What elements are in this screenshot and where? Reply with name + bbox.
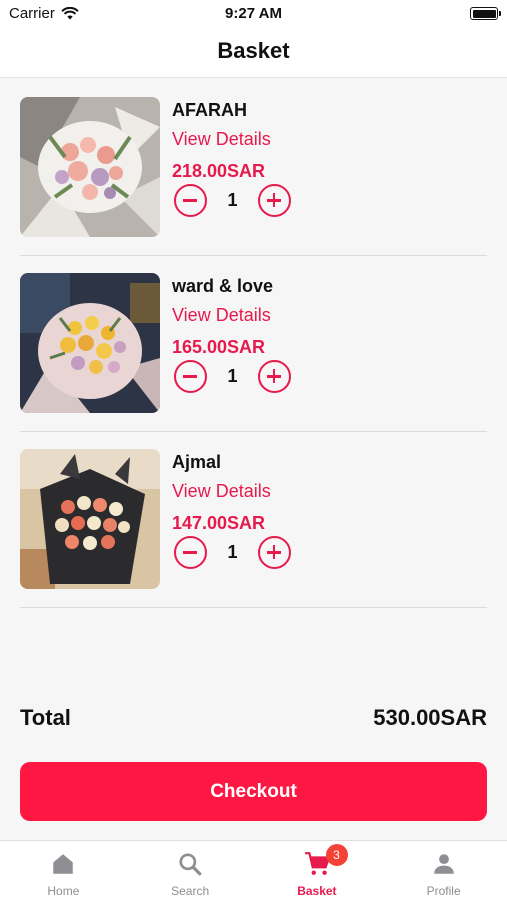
status-bar: Carrier 9:27 AM [0,0,507,28]
decrease-quantity-button[interactable] [174,536,207,569]
quantity-value: 1 [227,542,238,562]
minus-icon [183,551,197,554]
person-icon [431,851,457,877]
page-title: Basket [217,38,290,63]
item-price: 218.00SAR [172,161,266,181]
home-icon [50,851,76,877]
decrease-quantity-button[interactable] [174,360,207,393]
tab-label: Search [171,884,210,898]
basket-item: ward & love View Details 165.00SAR 1 [20,256,487,432]
increase-quantity-button[interactable] [258,536,291,569]
basket-item: AFARAH View Details 218.00SAR 1 [20,80,487,256]
quantity-stepper: 1 [174,536,292,570]
view-details-link[interactable]: View Details [172,129,271,150]
total-row: Total 530.00SAR [20,705,487,735]
bouquet-image[interactable] [20,273,160,413]
item-name: AFARAH [172,100,247,120]
search-icon [177,851,203,877]
battery-icon [470,7,501,20]
tab-home[interactable]: Home [0,841,127,900]
increase-quantity-button[interactable] [258,360,291,393]
item-price: 147.00SAR [172,513,266,533]
item-price: 165.00SAR [172,337,266,357]
status-time: 9:27 AM [225,5,282,22]
bouquet-image[interactable] [20,97,160,237]
tab-label: Basket [297,884,337,898]
quantity-value: 1 [227,190,238,210]
bouquet-image[interactable] [20,449,160,589]
minus-icon [183,375,197,378]
minus-icon [183,199,197,202]
total-label: Total [20,705,71,730]
tab-basket[interactable]: 3 Basket [254,841,381,900]
item-name: Ajmal [172,452,222,472]
quantity-value: 1 [227,366,238,386]
tab-profile[interactable]: Profile [380,841,507,900]
cart-count-badge: 3 [325,844,348,866]
quantity-stepper: 1 [174,184,292,218]
basket-item: Ajmal View Details 147.00SAR 1 [20,432,487,608]
decrease-quantity-button[interactable] [174,184,207,217]
item-name: ward & love [172,276,274,296]
view-details-link[interactable]: View Details [172,481,271,502]
checkout-button[interactable]: Checkout [20,762,487,821]
increase-quantity-button[interactable] [258,184,291,217]
tab-search[interactable]: Search [127,841,254,900]
quantity-stepper: 1 [174,360,292,394]
nav-bar: Basket [0,28,507,78]
tab-bar: Home Search 3 Basket Profile [0,840,507,900]
total-value: 530.00SAR [373,705,487,730]
tab-label: Profile [426,884,461,898]
view-details-link[interactable]: View Details [172,305,271,326]
tab-label: Home [47,884,80,898]
